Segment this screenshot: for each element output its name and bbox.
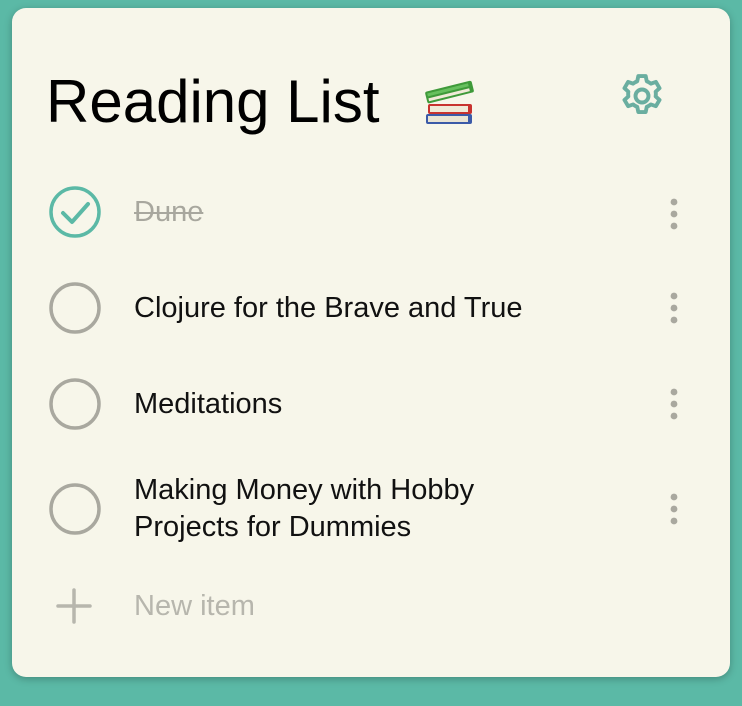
plus-icon[interactable] [54,586,94,626]
more-vertical-icon[interactable] [662,194,686,234]
list-item: Dune [12,168,730,264]
list-item: Meditations [12,360,730,456]
item-label[interactable]: Dune [134,194,594,231]
reading-list-card: Reading List Dune Clojure for the Brave … [12,8,730,677]
item-label[interactable]: Meditations [134,386,594,423]
page-title: Reading List [46,68,380,135]
checked-circle-icon[interactable] [48,185,102,239]
item-label[interactable]: Clojure for the Brave and True [134,290,594,327]
list-item: Clojure for the Brave and True [12,264,730,360]
books-icon [425,80,474,124]
more-vertical-icon[interactable] [662,384,686,424]
unchecked-circle-icon[interactable] [48,377,102,431]
unchecked-circle-icon[interactable] [48,482,102,536]
list-item: Making Money with Hobby Projects for Dum… [12,456,730,570]
unchecked-circle-icon[interactable] [48,281,102,335]
item-label[interactable]: Making Money with Hobby Projects for Dum… [134,472,554,546]
new-item-input[interactable]: New item [134,588,255,625]
more-vertical-icon[interactable] [662,288,686,328]
new-item-row[interactable]: New item [12,580,730,630]
gear-icon[interactable] [616,70,668,122]
reading-list: Dune Clojure for the Brave and True Medi… [12,168,730,570]
more-vertical-icon[interactable] [662,489,686,529]
